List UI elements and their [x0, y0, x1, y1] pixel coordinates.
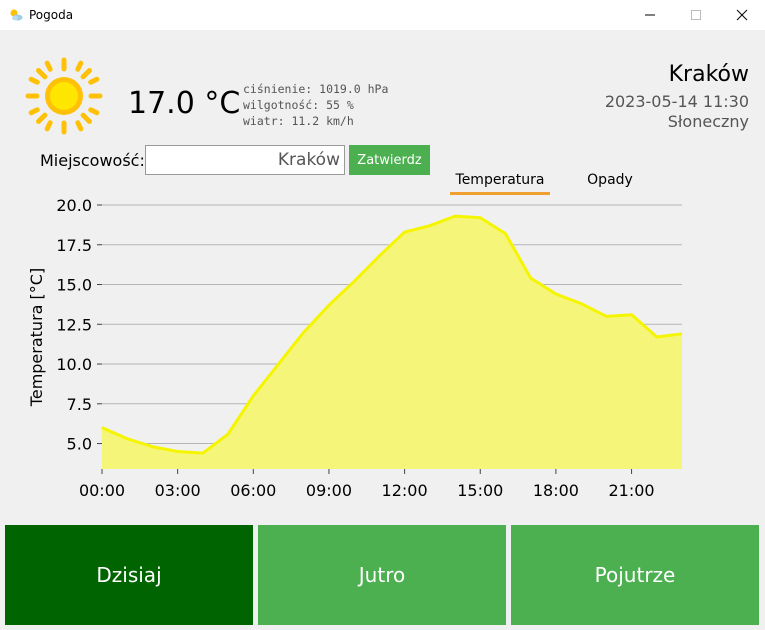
x-tick-label: 03:00 [155, 481, 201, 500]
x-tick-label: 09:00 [306, 481, 352, 500]
day-button-day-after-tomorrow[interactable]: Pojutrze [511, 525, 759, 625]
y-tick-label: 20.0 [56, 196, 92, 215]
y-tick-label: 5.0 [67, 435, 92, 454]
y-tick-label: 10.0 [56, 355, 92, 374]
temperature-chart: 5.0 7.5 10.0 12.5 15.0 17.5 20.0 00:00 03:00 06:0… [27, 196, 683, 500]
x-tick-label: 06:00 [230, 481, 276, 500]
y-axis-label: Temperatura [°C] [27, 268, 46, 407]
x-tick-label: 21:00 [609, 481, 655, 500]
x-tick-label: 15:00 [457, 481, 503, 500]
day-button-today[interactable]: Dzisiaj [5, 525, 253, 625]
y-tick-label: 17.5 [56, 236, 92, 255]
y-tick-label: 15.0 [56, 276, 92, 295]
y-tick-label: 7.5 [67, 395, 92, 414]
y-tick-label: 12.5 [56, 315, 92, 334]
x-tick-label: 18:00 [533, 481, 579, 500]
day-button-tomorrow[interactable]: Jutro [258, 525, 506, 625]
x-tick-label: 00:00 [79, 481, 125, 500]
x-tick-label: 12:00 [382, 481, 428, 500]
